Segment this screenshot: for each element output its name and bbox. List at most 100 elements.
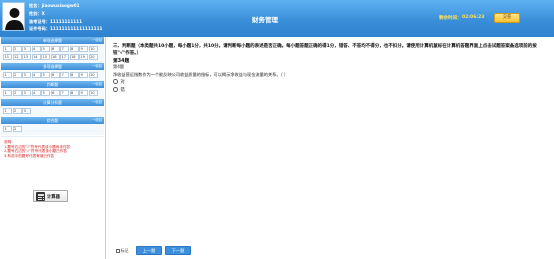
question-panel: 三、判断题（本类题共10小题，每小题1分，共10分。请判断每小题的表述是否正确。…: [107, 37, 554, 259]
question-number-grid: 1 2 3 4 5 6 7 8 9 10: [1, 88, 104, 99]
avatar-placeholder-icon: [3, 3, 24, 30]
question-number-button[interactable]: 9: [79, 90, 88, 96]
option-label: 对: [120, 80, 125, 85]
question-number-grid: 12: [1, 124, 104, 135]
question-number-grid: 123: [1, 106, 104, 117]
question-number-button[interactable]: 20: [88, 54, 98, 60]
note-line: 3.有选中的题号代表有误已作答: [4, 153, 55, 158]
question-number-button[interactable]: 2: [12, 90, 22, 96]
option-true[interactable]: 对: [113, 79, 125, 85]
gender-label: 性别：: [29, 10, 42, 16]
question-navigator: 单项选择题 一收起 1 2 3 4 5 6 7 8 9 10 11 12 13 14 15 16 17 18 19 20 多…: [0, 37, 106, 259]
next-question-button[interactable]: 下一题: [165, 246, 191, 255]
question-number-row: 123: [3, 107, 102, 115]
timer-label: 剩余时间：: [439, 16, 462, 21]
legend-notes: 说明： 1.题号右边的"?"符号代表该小题尚未作答 2.题号右边的"√"符号代表…: [1, 136, 104, 164]
question-number-row: 11 12 13 14 15 16 17 18 19 20: [3, 53, 102, 61]
section-title: 多项选择题: [43, 64, 62, 69]
question-number-row: 1 2 3 4 5 6 7 8 9 10: [3, 45, 102, 53]
section-header: 计算分析题 一收起: [1, 99, 104, 106]
avatar: [2, 2, 25, 31]
collapse-toggle[interactable]: 一收起: [92, 99, 102, 106]
calculator-icon: [36, 192, 45, 201]
question-number: 第34题: [113, 59, 130, 64]
name-value: jiaowuxiaogw01: [41, 3, 80, 8]
question-number-button[interactable]: 18: [69, 54, 79, 60]
question-number-button[interactable]: 10: [88, 46, 98, 52]
question-number-grid: 1 2 3 4 5 6 7 8 9 10: [1, 70, 104, 81]
collapse-toggle[interactable]: 一收起: [92, 117, 102, 124]
question-number-button[interactable]: 16: [50, 54, 60, 60]
question-number-button[interactable]: 14: [31, 54, 41, 60]
question-number-button[interactable]: 10: [88, 90, 98, 96]
calculator-button[interactable]: 计算器: [33, 190, 68, 202]
question-number-button[interactable]: 4: [31, 72, 41, 78]
gender-value: X: [41, 10, 45, 16]
name-label: 姓名：: [29, 3, 42, 8]
mark-question-toggle[interactable]: 标记: [116, 248, 128, 254]
question-number-button[interactable]: 3: [22, 90, 31, 96]
question-number-button[interactable]: 3: [22, 46, 31, 52]
question-number-button[interactable]: 15: [41, 54, 50, 60]
question-stem: 净收益营运指数作为一个能反映公司收益质量的指标，可以揭示净收益与现金流量的关系。…: [113, 72, 289, 77]
section-header: 多项选择题 一收起: [1, 63, 104, 70]
submit-exam-button[interactable]: 交卷: [494, 13, 520, 23]
question-number-grid: 1 2 3 4 5 6 7 8 9 10 11 12 13 14 15 16 17 18 19 20: [1, 44, 104, 63]
question-number-button[interactable]: 9: [79, 46, 88, 52]
timer-value: 02:06:23: [462, 15, 485, 20]
top-header: 姓名：jiaowuxiaogw01 性别：X 准考证号：11111111111 …: [0, 0, 554, 37]
question-number-button[interactable]: 2: [12, 72, 22, 78]
question-number-button[interactable]: 1: [3, 126, 12, 132]
question-number-button[interactable]: 3: [22, 72, 31, 78]
question-number-button[interactable]: 17: [60, 54, 69, 60]
option-false[interactable]: 错: [113, 87, 125, 93]
question-number-button[interactable]: 1: [3, 72, 12, 78]
question-number-button[interactable]: 8: [69, 90, 79, 96]
question-number-button[interactable]: 6: [50, 46, 60, 52]
question-number-button[interactable]: 7: [60, 72, 69, 78]
question-number-button[interactable]: 5: [41, 46, 50, 52]
collapse-toggle[interactable]: 一收起: [92, 81, 102, 88]
question-number-button[interactable]: 10: [88, 72, 98, 78]
question-number-row: 12: [3, 125, 102, 133]
section-instruction: 三、判断题（本类题共10小题，每小题1分，共10分。请判断每小题的表述是否正确。…: [113, 44, 537, 57]
question-number-button[interactable]: 8: [69, 46, 79, 52]
question-number-button[interactable]: 2: [12, 46, 22, 52]
section-title: 综合题: [46, 118, 59, 123]
question-number-button[interactable]: 19: [79, 54, 88, 60]
radio-icon[interactable]: [113, 79, 118, 84]
admission-label: 准考证号：: [29, 18, 50, 24]
question-number-button[interactable]: 11: [3, 54, 12, 60]
question-number-button[interactable]: 9: [79, 72, 88, 78]
question-number-button[interactable]: 7: [60, 90, 69, 96]
question-number-button[interactable]: 2: [12, 108, 22, 114]
question-number-button[interactable]: 1: [3, 108, 12, 114]
question-index: 第4题: [113, 64, 125, 69]
question-number-button[interactable]: 5: [41, 72, 50, 78]
id-value: 111111111111111111: [49, 26, 103, 32]
question-number-row: 1 2 3 4 5 6 7 8 9 10: [3, 71, 102, 79]
question-number-button[interactable]: 4: [31, 46, 41, 52]
question-number-button[interactable]: 6: [50, 72, 60, 78]
section-title: 单项选择题: [43, 38, 62, 43]
question-number-button[interactable]: 3: [22, 108, 31, 114]
question-number-button[interactable]: 4: [31, 90, 41, 96]
collapse-toggle[interactable]: 一收起: [92, 63, 102, 70]
question-number-button[interactable]: 2: [12, 126, 22, 132]
question-number-button[interactable]: 1: [3, 46, 12, 52]
question-number-button[interactable]: 7: [60, 46, 69, 52]
question-number-button[interactable]: 1: [3, 90, 12, 96]
section-header: 单项选择题 一收起: [1, 37, 104, 44]
radio-icon[interactable]: [113, 87, 118, 92]
checkbox-icon[interactable]: [116, 249, 120, 253]
question-number-row: 1 2 3 4 5 6 7 8 9 10: [3, 89, 102, 97]
question-number-button[interactable]: 13: [22, 54, 31, 60]
question-number-button[interactable]: 5: [41, 90, 50, 96]
question-number-button[interactable]: 6: [50, 90, 60, 96]
section-title: 判断题: [46, 82, 59, 87]
previous-question-button[interactable]: 上一题: [136, 246, 162, 255]
question-number-button[interactable]: 12: [12, 54, 22, 60]
collapse-toggle[interactable]: 一收起: [92, 37, 102, 44]
exam-title: 财务管理: [252, 16, 278, 24]
question-number-button[interactable]: 8: [69, 72, 79, 78]
